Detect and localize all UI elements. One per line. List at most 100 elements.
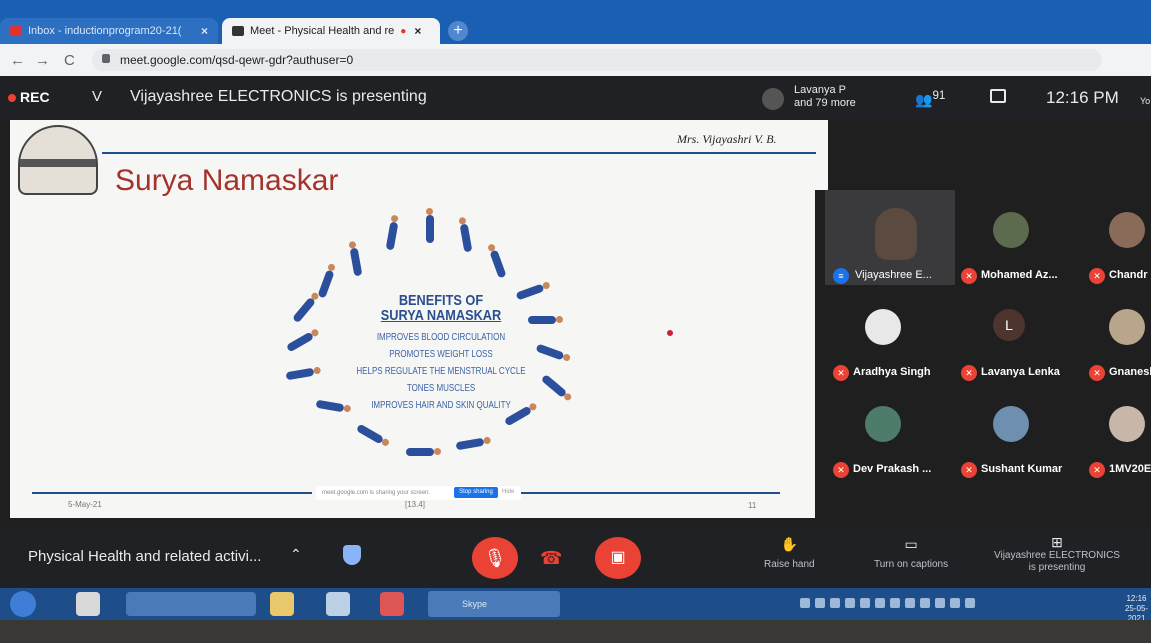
tray-icon[interactable] — [845, 598, 855, 608]
mic-off-icon: ✕ — [833, 365, 849, 381]
camera-toggle-button[interactable]: ▣ — [595, 537, 641, 579]
benefit-item: TONES MUSCLES — [406, 383, 476, 394]
browser-tab-strip: Inbox - inductionprogram20-21( × Meet - … — [0, 0, 1151, 44]
app-icon[interactable] — [326, 592, 350, 616]
mic-off-icon: ✕ — [833, 462, 849, 478]
tray-icon[interactable] — [905, 598, 915, 608]
yoga-pose-figure — [317, 269, 335, 299]
tray-icon[interactable] — [815, 598, 825, 608]
stop-sharing-button[interactable]: Stop sharing — [454, 487, 498, 498]
yoga-pose-figure — [528, 316, 556, 324]
url-field[interactable]: meet.google.com/qsd-qewr-gdr?authuser=0 — [92, 49, 1102, 71]
participant-tile[interactable]: ≡ Vijayashree E... — [825, 190, 955, 285]
meeting-title[interactable]: Physical Health and related activi... — [28, 548, 261, 565]
you-label: Yo — [1140, 96, 1151, 106]
yoga-pose-figure — [540, 373, 568, 399]
people-button[interactable]: 👥91 — [915, 89, 945, 109]
matlab-icon[interactable] — [380, 592, 404, 616]
participant-tile[interactable]: ✕ Mohamed Az... — [953, 190, 1083, 285]
yoga-pose-figure — [291, 296, 317, 324]
audio-indicator-icon: ≡ — [833, 268, 849, 284]
mic-off-icon: ✕ — [1089, 462, 1105, 478]
participant-name: Sushant Kumar — [981, 463, 1063, 475]
participant-tile[interactable]: ✕ Sushant Kumar — [953, 384, 1083, 479]
mic-off-icon: 🎙 — [483, 548, 507, 568]
yoga-pose-figure — [489, 249, 507, 279]
rec-label: REC — [20, 89, 50, 105]
participant-name: Chandr — [1109, 269, 1148, 281]
presenting-text: Vijayashree ELECTRONICS is presenting — [130, 88, 427, 105]
others-line-1: Lavanya P — [794, 84, 846, 96]
new-tab-button[interactable]: + — [448, 21, 468, 41]
system-tray — [800, 598, 975, 610]
tray-icon[interactable] — [965, 598, 975, 608]
close-icon[interactable]: × — [414, 24, 421, 38]
skype-task[interactable]: Skype — [428, 591, 560, 617]
participant-tile[interactable]: ✕ Chandr — [1081, 190, 1151, 285]
participant-video — [875, 208, 917, 260]
avatar — [1109, 309, 1145, 345]
tray-icon[interactable] — [800, 598, 810, 608]
participant-tile[interactable]: ✕ 1MV20EC — [1081, 384, 1151, 479]
yoga-pose-figure — [285, 367, 315, 381]
participant-tile[interactable]: L ✕ Lavanya Lenka — [953, 287, 1083, 382]
tray-icon[interactable] — [875, 598, 885, 608]
meet-icon — [232, 26, 244, 36]
captions-button[interactable]: ▭ Turn on captions — [874, 536, 948, 570]
shield-icon[interactable] — [343, 545, 361, 565]
benefits-heading-2: SURYA NAMASKAR — [380, 307, 502, 324]
college-logo — [18, 125, 98, 195]
close-icon[interactable]: × — [201, 24, 208, 38]
present-button[interactable]: ⊞ Vijayashree ELECTRONICS is presenting — [994, 535, 1120, 574]
slide-title: Surya Namaskar — [115, 164, 339, 197]
folder-icon[interactable] — [270, 592, 294, 616]
hand-icon: ✋ — [780, 536, 799, 552]
shared-slide: Mrs. Vijayashri V. B. Surya Namaskar BEN… — [10, 120, 828, 518]
others-text: Lavanya P and 79 more — [794, 84, 856, 110]
lock-icon[interactable] — [102, 54, 110, 63]
avatar — [1109, 212, 1145, 248]
tray-icon[interactable] — [920, 598, 930, 608]
avatar: L — [993, 309, 1025, 341]
camera-off-icon: ▣ — [610, 549, 626, 566]
others-line-2: and 79 more — [794, 97, 856, 109]
participant-tile[interactable]: ✕ Gnanesh — [1081, 287, 1151, 382]
meet-header: REC V Vijayashree ELECTRONICS is present… — [0, 76, 1151, 120]
participant-name: 1MV20EC — [1109, 463, 1151, 475]
tray-icon[interactable] — [935, 598, 945, 608]
logo-band — [20, 159, 96, 167]
participant-name: Vijayashree E... — [855, 269, 932, 281]
app-icon[interactable] — [76, 592, 100, 616]
reload-icon[interactable]: C — [64, 52, 75, 69]
chevron-up-icon[interactable]: ⌃ — [290, 546, 302, 563]
hang-up-button[interactable]: ☎ — [540, 548, 562, 569]
chat-icon[interactable] — [990, 89, 1006, 103]
tab-meet[interactable]: Meet - Physical Health and re ● × — [222, 18, 440, 44]
forward-icon[interactable]: → — [35, 52, 50, 69]
raise-hand-button[interactable]: ✋ Raise hand — [764, 536, 815, 570]
address-bar-row: ← → C meet.google.com/qsd-qewr-gdr?authu… — [0, 44, 1151, 108]
benefit-item: IMPROVES HAIR AND SKIN QUALITY — [371, 400, 511, 411]
yoga-pose-figure — [459, 223, 473, 253]
tray-icon[interactable] — [860, 598, 870, 608]
participant-tile[interactable]: ✕ Aradhya Singh — [825, 287, 955, 382]
start-button[interactable] — [10, 591, 36, 617]
slide-author: Mrs. Vijayashri V. B. — [677, 132, 777, 146]
avatar — [1109, 406, 1145, 442]
hide-button[interactable]: Hide — [502, 489, 514, 495]
participant-name: Gnanesh — [1109, 366, 1151, 378]
yoga-pose-figure — [406, 448, 434, 456]
participant-tile[interactable]: ✕ Dev Prakash ... — [825, 384, 955, 479]
tab-inbox[interactable]: Inbox - inductionprogram20-21( × — [0, 18, 218, 44]
tray-icon[interactable] — [890, 598, 900, 608]
microphone-toggle-button[interactable]: 🎙 — [472, 537, 518, 579]
gmail-icon — [10, 26, 22, 36]
recording-indicator: REC — [8, 89, 50, 105]
back-icon[interactable]: ← — [10, 52, 25, 69]
tray-icon[interactable] — [830, 598, 840, 608]
raise-hand-label: Raise hand — [764, 559, 815, 570]
yoga-pose-figure — [285, 331, 315, 353]
tray-icon[interactable] — [950, 598, 960, 608]
chrome-task[interactable] — [126, 592, 256, 616]
presenter-initial: V — [92, 88, 103, 105]
